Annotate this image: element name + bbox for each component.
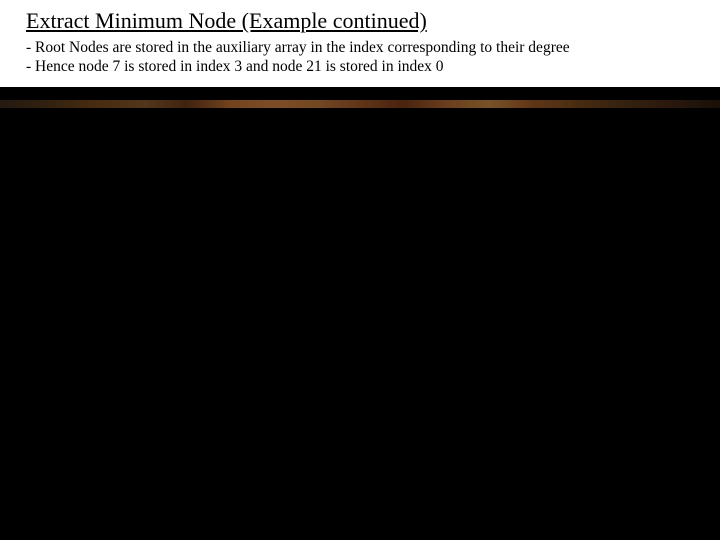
- slide-header: Extract Minimum Node (Example continued)…: [0, 0, 720, 87]
- slide-line-1: - Root Nodes are stored in the auxiliary…: [26, 39, 570, 56]
- slide-body: - Root Nodes are stored in the auxiliary…: [26, 38, 694, 77]
- decorative-strip: [0, 100, 720, 108]
- slide-title: Extract Minimum Node (Example continued): [26, 8, 694, 34]
- slide-line-2: - Hence node 7 is stored in index 3 and …: [26, 58, 444, 75]
